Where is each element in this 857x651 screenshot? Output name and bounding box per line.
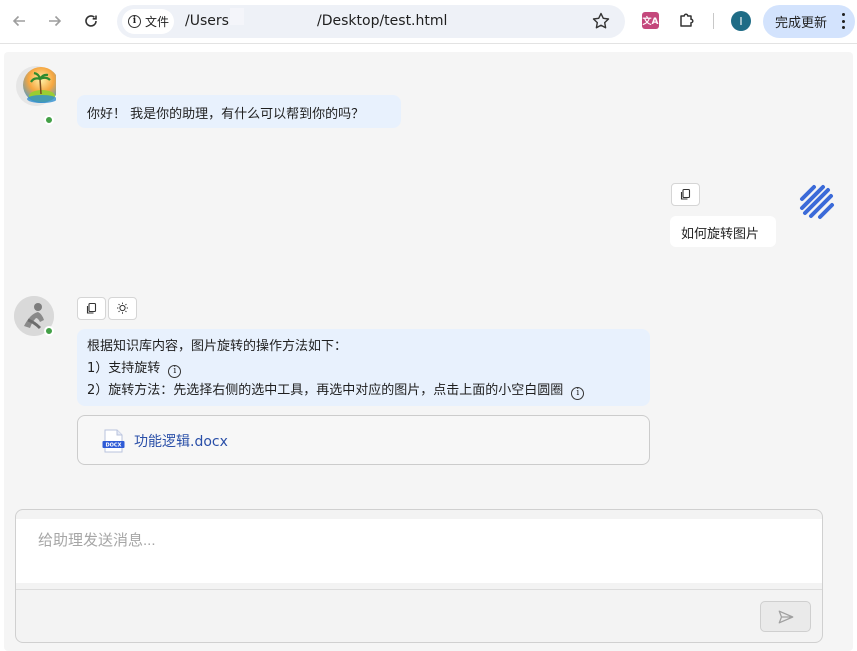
lightbulb-icon [117, 302, 128, 314]
send-button[interactable] [760, 601, 811, 632]
answer-item-2-text: 2）旋转方法：先选择右侧的选中工具，再选中对应的图片，点击上面的小空白圆圈 [87, 383, 564, 398]
copy-user-message-button[interactable] [671, 183, 700, 206]
assistant-avatar [16, 66, 59, 106]
docx-badge: DOCX [106, 443, 122, 449]
docx-file-icon: DOCX [102, 429, 125, 453]
attachment-filename[interactable]: 功能逻辑.docx [134, 431, 228, 451]
answer-intro: 根据知识库内容，图片旋转的操作方法如下： [87, 339, 348, 354]
greeting-text: 你好！ 我是你的助理，有什么可以帮到你的吗？ [87, 107, 365, 122]
update-button-label: 完成更新 [775, 16, 828, 31]
answer-item-2: 2）旋转方法：先选择右侧的选中工具，再选中对应的图片，点击上面的小空白圆圈 i [87, 380, 640, 402]
url-text-right: /Desktop/test.html [317, 13, 448, 29]
bookmark-star-icon[interactable] [591, 11, 611, 31]
send-icon [778, 610, 793, 623]
insight-button[interactable] [108, 297, 137, 320]
redacted-segment [230, 8, 244, 25]
copy-icon [86, 302, 97, 314]
address-bar[interactable]: i 文件 /Users /Desktop/test.html [117, 5, 625, 38]
source-info-icon-2[interactable]: i [571, 387, 585, 400]
info-icon: i [128, 15, 141, 28]
site-info-chip[interactable]: i 文件 [122, 9, 174, 34]
online-status-dot-2 [44, 326, 54, 336]
back-arrow-icon[interactable] [6, 8, 32, 34]
answer-item-1-text: 1）支持旋转 [87, 361, 161, 376]
message-input-area [16, 519, 822, 583]
message-composer [15, 509, 823, 643]
update-button[interactable]: 完成更新 [763, 5, 855, 38]
assistant-answer-bubble: 根据知识库内容，图片旋转的操作方法如下： 1）支持旋转 i 2）旋转方法：先选择右… [77, 329, 650, 406]
url-text-left: /Users [185, 13, 229, 29]
assistant-greeting-bubble: 你好！ 我是你的助理，有什么可以帮到你的吗？ [77, 95, 401, 128]
profile-avatar[interactable]: I [731, 11, 751, 31]
forward-arrow-icon[interactable] [42, 8, 68, 34]
toolbar-divider [713, 13, 714, 29]
more-menu-icon[interactable] [841, 13, 845, 29]
copy-icon [680, 188, 691, 200]
user-avatar [798, 183, 836, 221]
online-status-dot [44, 115, 54, 125]
source-info-icon[interactable]: i [168, 365, 182, 378]
site-info-label: 文件 [145, 15, 170, 29]
attachment-card[interactable]: DOCX 功能逻辑.docx [77, 415, 650, 465]
user-message-text: 如何旋转图片 [681, 227, 760, 242]
browser-toolbar: i 文件 /Users /Desktop/test.html 文A I 完成更新 [0, 0, 857, 44]
translate-extension-icon[interactable]: 文A [642, 12, 659, 29]
answer-item-1: 1）支持旋转 i [87, 358, 640, 380]
reload-icon[interactable] [78, 8, 104, 34]
chat-panel: 你好！ 我是你的助理，有什么可以帮到你的吗？ 如何旋转图片 根据知识库内容，图片… [4, 52, 853, 651]
extensions-puzzle-icon[interactable] [678, 11, 696, 29]
message-input[interactable] [16, 519, 822, 583]
composer-divider [16, 589, 822, 590]
copy-answer-button[interactable] [77, 297, 106, 320]
user-message-bubble: 如何旋转图片 [670, 216, 776, 247]
